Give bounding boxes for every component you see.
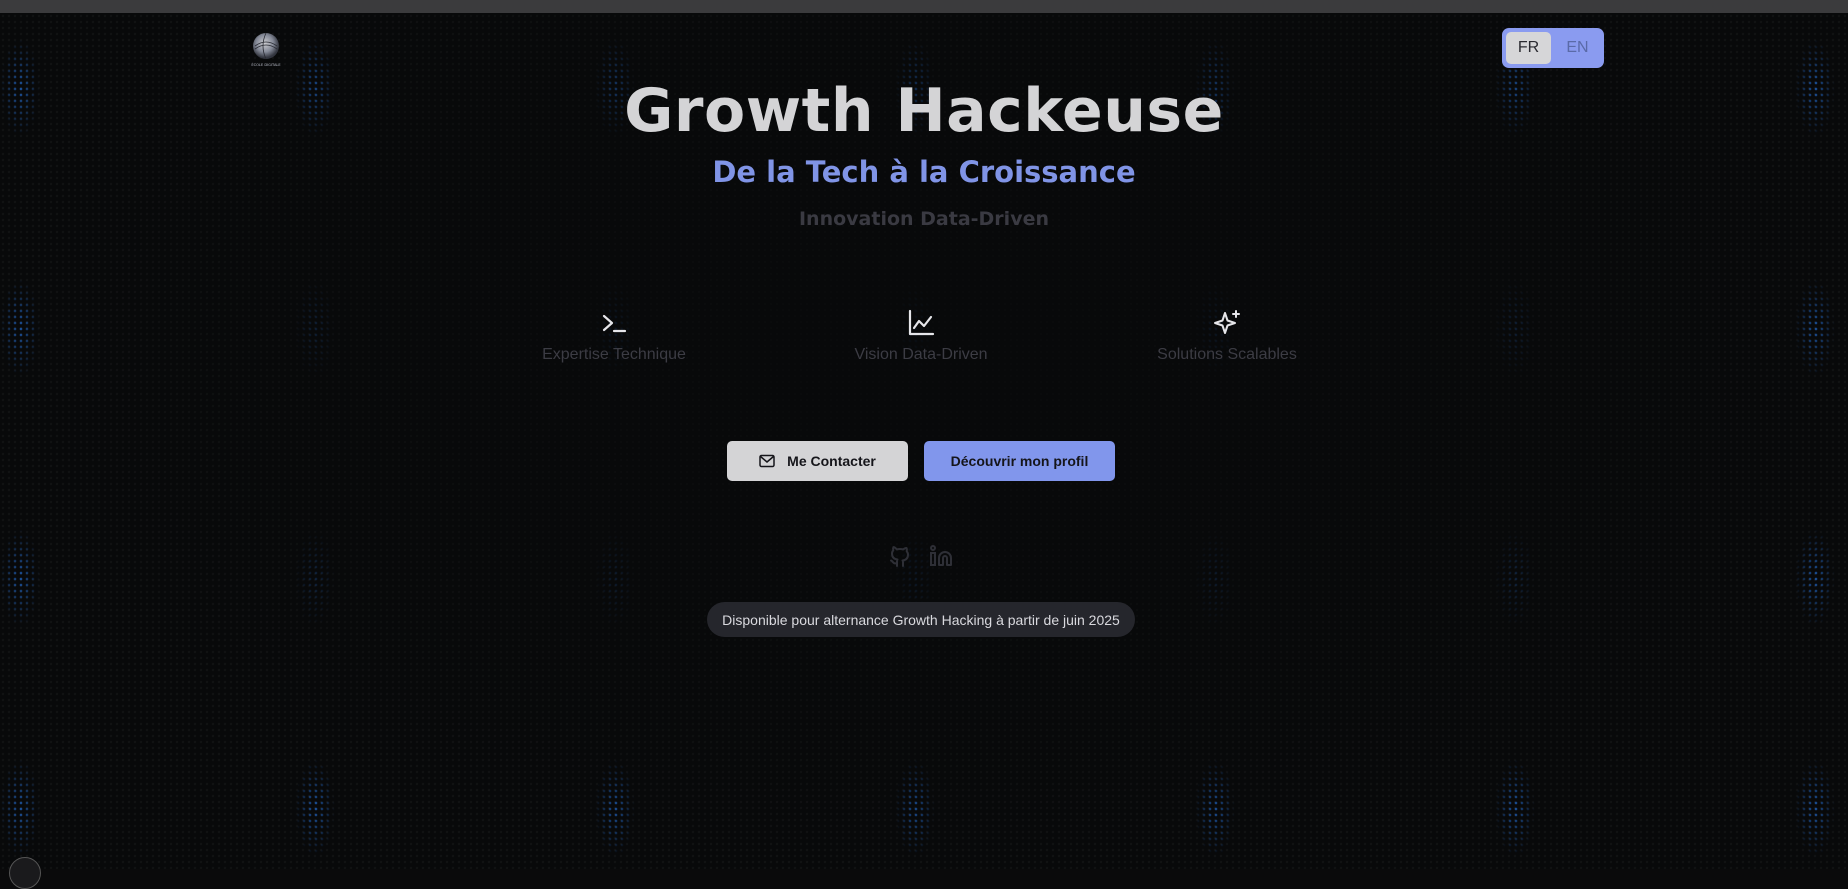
corner-widget-icon[interactable] [9,857,41,889]
line-chart-icon [908,309,935,336]
tagline: Innovation Data-Driven [798,208,1049,230]
availability-text: Disponible pour alternance Growth Hackin… [722,611,1120,628]
page-title: Growth Hackeuse [624,76,1224,146]
discover-profile-label: Découvrir mon profil [950,453,1089,469]
linkedin-link[interactable] [929,544,953,568]
feature-label: Expertise Technique [542,346,686,363]
terminal-icon [602,314,627,333]
lang-fr-button[interactable]: FR [1506,32,1551,64]
feature-vision: Vision Data-Driven [811,308,1031,364]
contact-button-label: Me Contacter [787,453,876,469]
contact-button[interactable]: Me Contacter [727,441,908,481]
availability-badge: Disponible pour alternance Growth Hackin… [707,602,1135,637]
sparkles-icon [1214,310,1240,334]
github-link[interactable] [888,544,912,568]
site-logo[interactable]: ÉCOLE DIGITALE [246,30,286,70]
github-icon [890,546,909,567]
feature-label: Solutions Scalables [1157,346,1297,363]
feature-label: Vision Data-Driven [854,346,988,363]
linkedin-icon [930,545,952,566]
globe-logo-icon: ÉCOLE DIGITALE [251,32,281,67]
mail-icon [759,454,775,468]
feature-solutions: Solutions Scalables [1117,308,1337,364]
svg-text:ÉCOLE DIGITALE: ÉCOLE DIGITALE [251,62,281,67]
feature-expertise: Expertise Technique [504,308,724,364]
browser-top-bar [0,0,1848,13]
lang-en-button[interactable]: EN [1555,32,1600,64]
discover-profile-button[interactable]: Découvrir mon profil [924,441,1115,481]
page-subtitle: De la Tech à la Croissance [712,155,1136,189]
language-toggle[interactable]: FR EN [1502,28,1604,68]
